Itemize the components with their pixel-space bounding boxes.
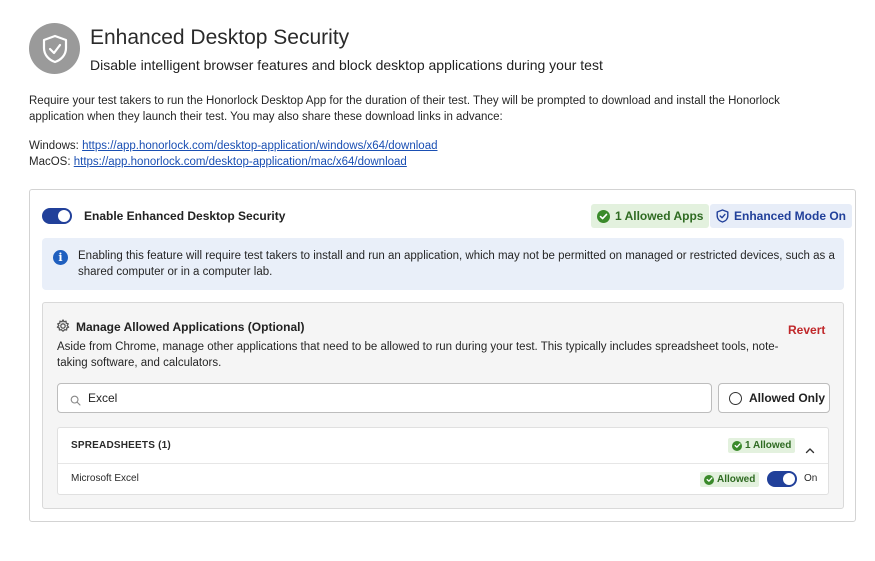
enhanced-mode-badge: Enhanced Mode On <box>710 204 853 228</box>
page-title: Enhanced Desktop Security <box>90 26 350 49</box>
section-header: Enhanced Desktop Security Disable intell… <box>29 23 603 74</box>
check-circle-icon <box>732 440 742 451</box>
list-item: Microsoft Excel Allowed On <box>58 464 828 494</box>
app-status-label: Allowed <box>717 474 756 485</box>
app-name: Microsoft Excel <box>71 473 139 484</box>
search-icon <box>70 393 81 411</box>
application-search[interactable] <box>57 383 712 413</box>
manage-applications-description: Aside from Chrome, manage other applicat… <box>57 341 779 369</box>
enhanced-mode-badge-label: Enhanced Mode On <box>734 209 847 223</box>
windows-download-link[interactable]: https://app.honorlock.com/desktop-applic… <box>82 140 437 152</box>
check-circle-icon <box>704 474 714 485</box>
group-header[interactable]: SPREADSHEETS (1) 1 Allowed <box>58 428 828 464</box>
enable-security-label: Enable Enhanced Desktop Security <box>84 209 286 223</box>
allowed-apps-badge-label: 1 Allowed Apps <box>615 209 704 223</box>
app-status-badge: Allowed <box>700 472 760 487</box>
gear-icon <box>56 319 70 338</box>
radio-button[interactable] <box>729 391 742 405</box>
chevron-up-icon[interactable] <box>805 441 815 459</box>
description-text: Require your test takers to run the Hono… <box>29 95 780 123</box>
application-list: SPREADSHEETS (1) 1 Allowed Microsoft Exc… <box>57 427 829 495</box>
allowed-apps-badge: 1 Allowed Apps <box>591 204 710 228</box>
app-toggle-label: On <box>804 473 818 484</box>
windows-label: Windows: <box>29 140 79 152</box>
allowed-only-filter[interactable]: Allowed Only <box>718 383 830 413</box>
page-subtitle: Disable intelligent browser features and… <box>90 57 603 73</box>
info-icon: i <box>53 250 68 265</box>
info-alert-text: Enabling this feature will require test … <box>78 250 835 278</box>
allowed-only-label: Allowed Only <box>749 391 826 405</box>
manage-applications-panel: Manage Allowed Applications (Optional) R… <box>42 302 844 509</box>
enable-security-toggle[interactable] <box>42 208 72 229</box>
info-alert: i Enabling this feature will require tes… <box>42 238 844 290</box>
mac-download-link[interactable]: https://app.honorlock.com/desktop-applic… <box>74 156 407 168</box>
group-allowed-badge-label: 1 Allowed <box>745 440 792 451</box>
mac-label: MacOS: <box>29 156 71 168</box>
shield-check-icon <box>716 209 729 223</box>
shield-check-icon <box>29 23 80 74</box>
download-links: Windows: https://app.honorlock.com/deskt… <box>29 138 438 170</box>
check-circle-icon <box>597 209 610 223</box>
group-label: SPREADSHEETS (1) <box>71 440 171 451</box>
group-allowed-badge: 1 Allowed <box>728 438 796 453</box>
revert-button[interactable]: Revert <box>788 323 825 337</box>
manage-applications-title: Manage Allowed Applications (Optional) <box>76 320 305 334</box>
search-input[interactable] <box>86 389 686 407</box>
enhanced-security-card: Enable Enhanced Desktop Security 1 Allow… <box>29 189 856 522</box>
app-toggle[interactable] <box>767 471 797 492</box>
